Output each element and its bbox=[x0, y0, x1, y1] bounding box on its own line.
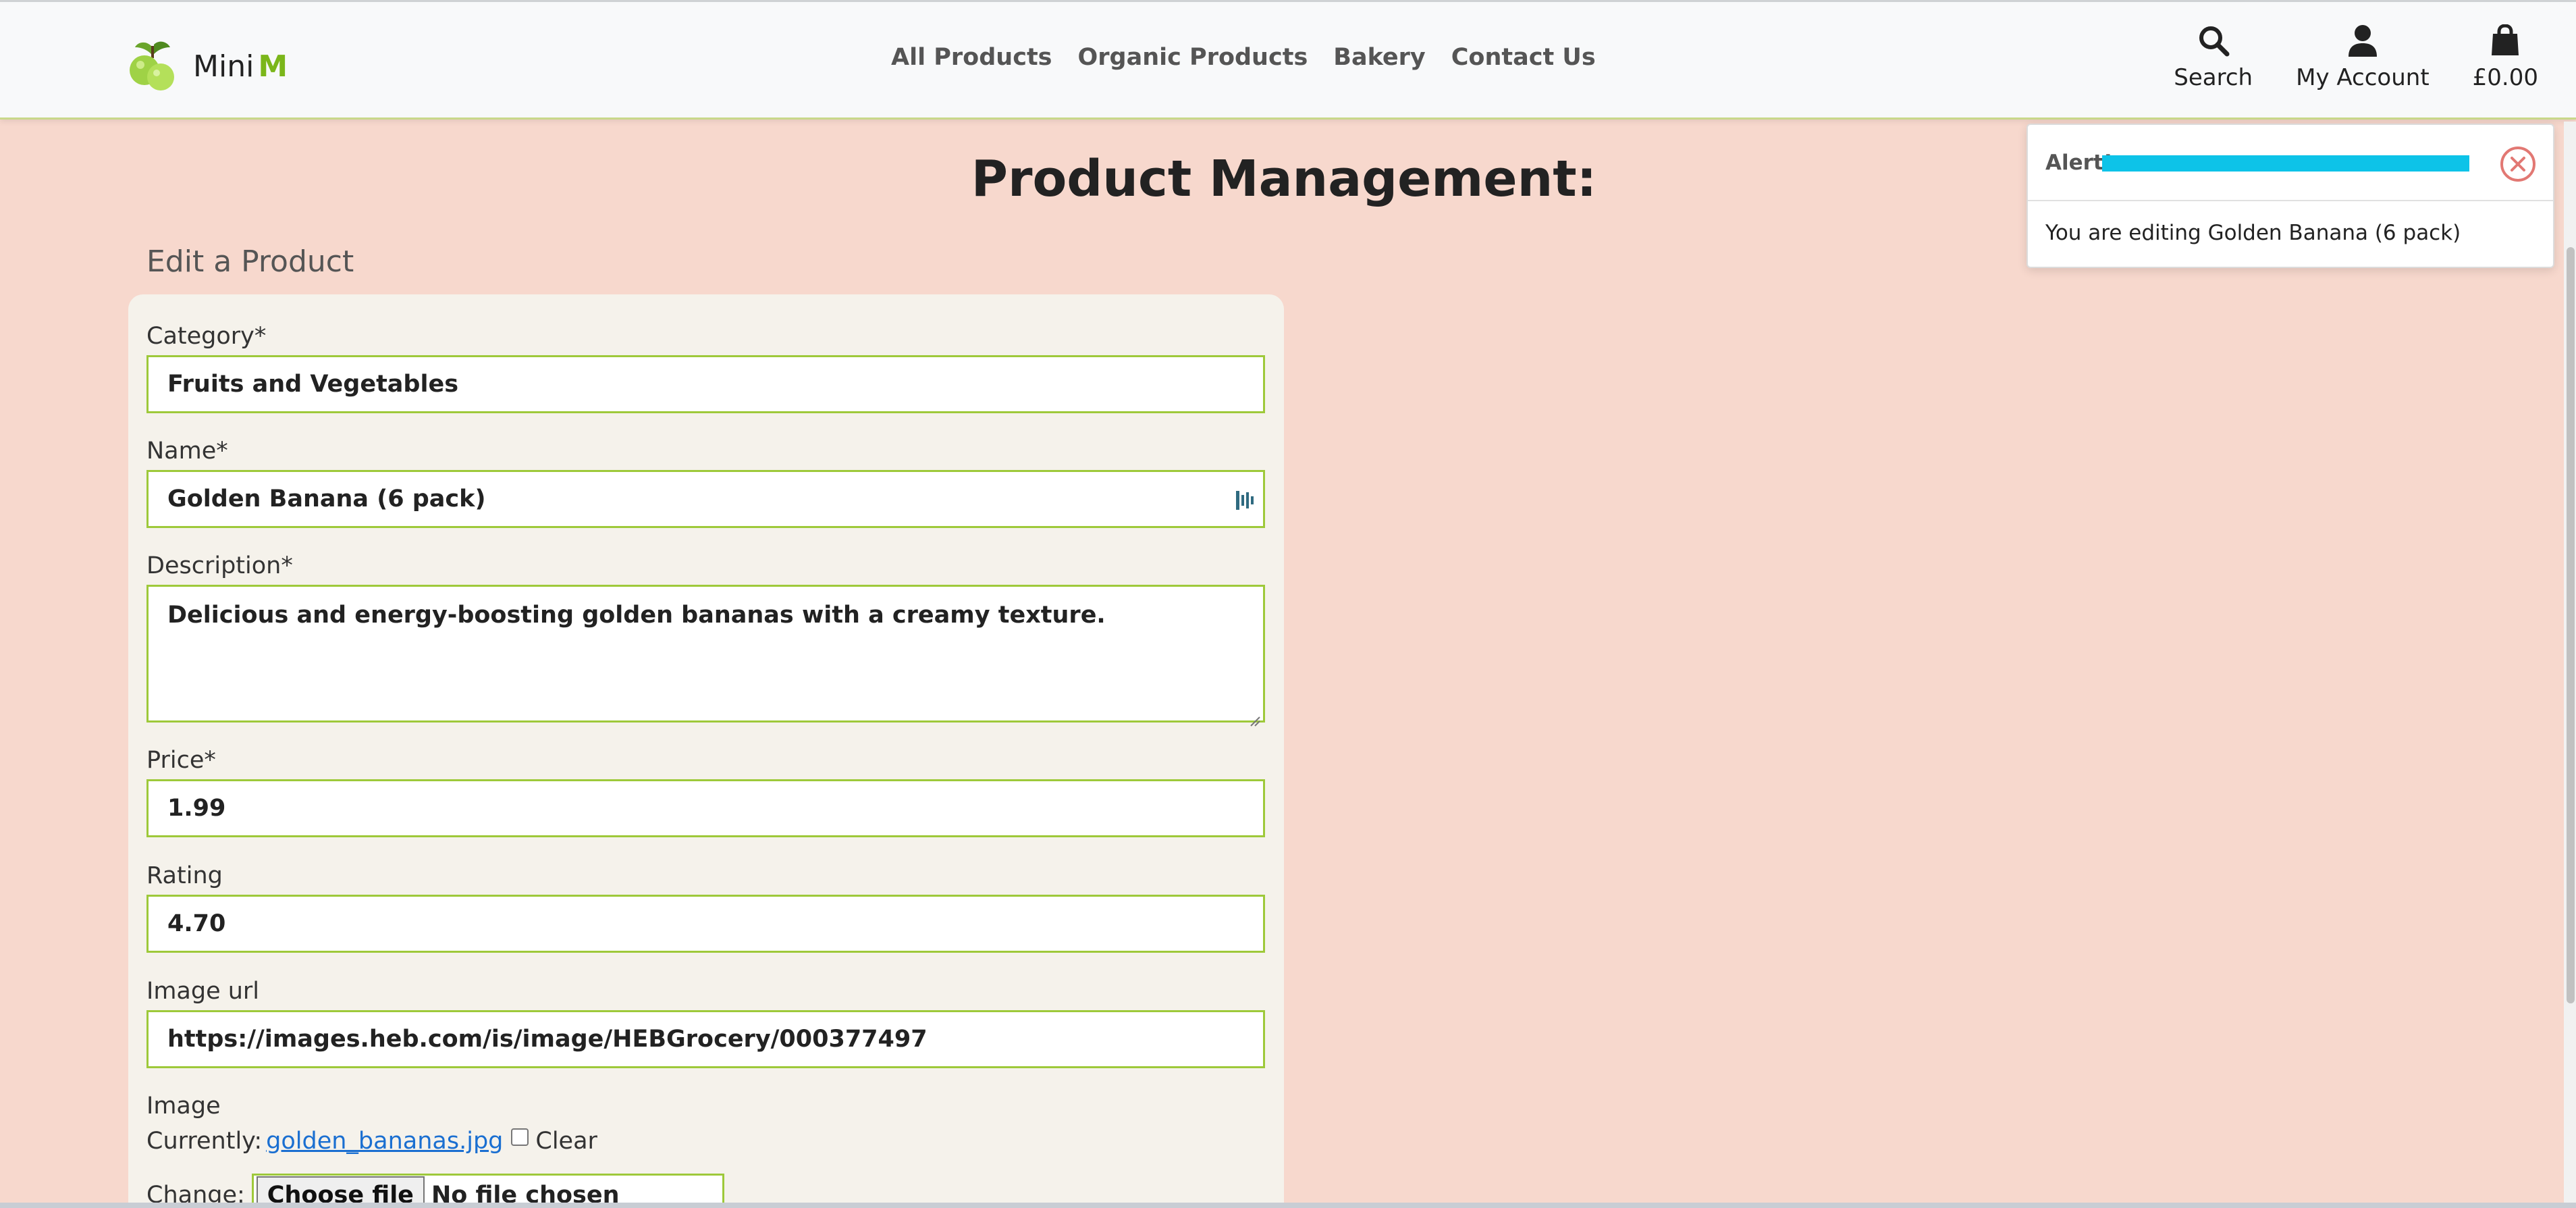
brand-logo-link[interactable]: Mini M bbox=[126, 36, 288, 97]
my-account-label: My Account bbox=[2296, 64, 2430, 91]
shopping-bag-icon bbox=[2491, 22, 2519, 59]
main-nav: All Products Organic Products Bakery Con… bbox=[891, 44, 1621, 71]
price-value: 1.99 bbox=[167, 795, 226, 822]
image-url-input[interactable]: https://images.heb.com/is/image/HEBGroce… bbox=[146, 1010, 1265, 1068]
edit-product-form bbox=[128, 294, 1284, 1208]
cart-button[interactable]: £0.00 bbox=[2473, 22, 2538, 91]
category-value: Fruits and Vegetables bbox=[167, 371, 459, 398]
search-button[interactable]: Search bbox=[2174, 22, 2253, 91]
nav-link-bakery[interactable]: Bakery bbox=[1333, 44, 1425, 71]
section-heading: Edit a Product bbox=[146, 244, 354, 279]
current-image-row: Currently: golden_bananas.jpg Clear bbox=[146, 1128, 597, 1155]
price-input[interactable]: 1.99 bbox=[146, 779, 1265, 837]
toast-header: Alert! bbox=[2028, 125, 2553, 201]
description-label: Description* bbox=[146, 552, 293, 579]
user-icon bbox=[2347, 22, 2378, 59]
brand-accent: M bbox=[258, 49, 288, 84]
description-value: Delicious and energy-boosting golden ban… bbox=[167, 602, 1106, 629]
search-label: Search bbox=[2174, 64, 2253, 91]
page-scrollbar[interactable] bbox=[2564, 122, 2576, 1208]
resize-grip-icon[interactable] bbox=[1248, 706, 1260, 727]
rating-input[interactable]: 4.70 bbox=[146, 895, 1265, 953]
bottom-edge bbox=[0, 1203, 2576, 1208]
image-label: Image bbox=[146, 1093, 221, 1120]
nav-link-contact-us[interactable]: Contact Us bbox=[1451, 44, 1596, 71]
nav-actions: Search My Account £0.00 bbox=[2130, 22, 2538, 91]
my-account-button[interactable]: My Account bbox=[2296, 22, 2430, 91]
image-url-value: https://images.heb.com/is/image/HEBGroce… bbox=[167, 1026, 928, 1053]
password-manager-icon[interactable] bbox=[1235, 488, 1255, 513]
description-textarea[interactable]: Delicious and energy-boosting golden ban… bbox=[146, 585, 1265, 727]
name-label: Name* bbox=[146, 438, 228, 465]
toast-progress-bar bbox=[2102, 155, 2469, 172]
close-icon[interactable] bbox=[2499, 145, 2537, 183]
name-value: Golden Banana (6 pack) bbox=[167, 485, 486, 513]
current-image-link[interactable]: golden_bananas.jpg bbox=[266, 1128, 503, 1155]
brand-name: Mini M bbox=[193, 49, 288, 84]
alert-toast: Alert! You are editing Golden Banana (6 … bbox=[2027, 124, 2554, 268]
clear-label: Clear bbox=[535, 1128, 597, 1155]
rating-value: 4.70 bbox=[167, 910, 226, 937]
navbar: Mini M All Products Organic Products Bake… bbox=[0, 0, 2576, 120]
rating-label: Rating bbox=[146, 862, 223, 889]
currently-label: Currently: bbox=[146, 1128, 263, 1155]
search-icon bbox=[2197, 22, 2230, 59]
apple-logo-icon bbox=[126, 39, 180, 93]
name-input[interactable]: Golden Banana (6 pack) bbox=[146, 470, 1265, 528]
price-label: Price* bbox=[146, 747, 216, 774]
category-label: Category* bbox=[146, 323, 267, 350]
image-url-label: Image url bbox=[146, 978, 260, 1005]
nav-link-all-products[interactable]: All Products bbox=[891, 44, 1052, 71]
category-select[interactable]: Fruits and Vegetables bbox=[146, 355, 1265, 413]
scrollbar-thumb[interactable] bbox=[2567, 247, 2575, 1003]
toast-progress-fill bbox=[2102, 155, 2469, 172]
cart-total: £0.00 bbox=[2472, 64, 2538, 91]
toast-message: You are editing Golden Banana (6 pack) bbox=[2045, 221, 2461, 245]
nav-link-organic-products[interactable]: Organic Products bbox=[1078, 44, 1308, 71]
clear-image-checkbox[interactable] bbox=[511, 1128, 529, 1146]
